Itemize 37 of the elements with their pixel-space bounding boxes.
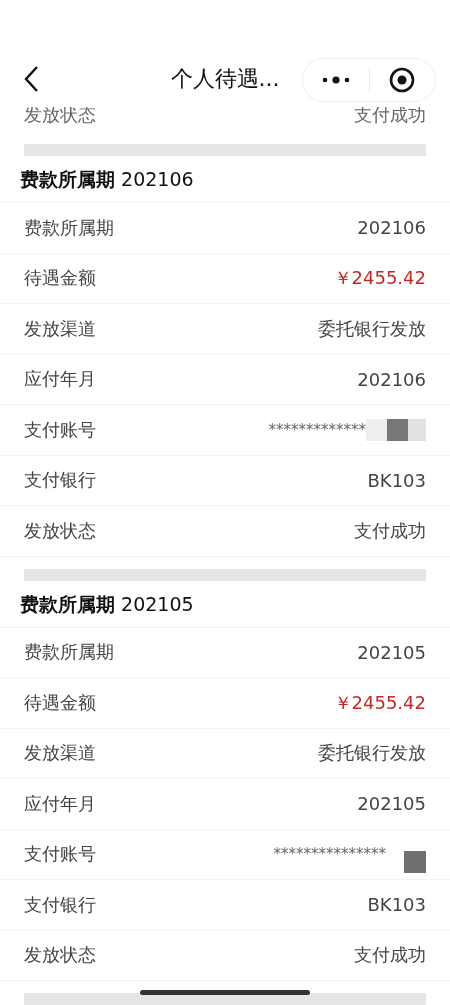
row-label: 支付银行 bbox=[24, 892, 96, 917]
page-title: 个人待遇... bbox=[169, 65, 281, 94]
row-label: 应付年月 bbox=[24, 791, 96, 816]
row-label: 发放渠道 bbox=[24, 316, 96, 341]
row-label: 支付账号 bbox=[24, 417, 96, 442]
more-icon[interactable] bbox=[320, 75, 351, 85]
row-value: 202105 bbox=[357, 641, 426, 663]
row-label: 待遇金额 bbox=[24, 266, 96, 291]
row-label: 发放状态 bbox=[24, 518, 96, 543]
row-value: 202106 bbox=[357, 217, 426, 239]
row-label: 发放渠道 bbox=[24, 741, 96, 766]
row-value: 委托银行发放 bbox=[318, 741, 426, 766]
row-value: *************** bbox=[273, 845, 386, 864]
row-value: 委托银行发放 bbox=[318, 316, 426, 341]
row-value: BK103 bbox=[367, 894, 426, 916]
row-label: 发放状态 bbox=[24, 102, 96, 127]
section-title: 费款所属期 202106 bbox=[0, 156, 450, 203]
row-value: 支付成功 bbox=[354, 943, 426, 968]
row-label: 应付年月 bbox=[24, 367, 96, 392]
redaction-mark bbox=[404, 851, 426, 874]
row-value: 202106 bbox=[357, 368, 426, 390]
row-value: 支付成功 bbox=[354, 102, 426, 127]
row-label: 支付银行 bbox=[24, 468, 96, 493]
section-title: 费款所属期 202105 bbox=[0, 580, 450, 628]
row-label: 发放状态 bbox=[24, 943, 96, 968]
row-label: 支付账号 bbox=[24, 842, 96, 867]
row-value: 支付成功 bbox=[354, 518, 426, 543]
row-label: 费款所属期 bbox=[24, 640, 114, 665]
close-target-icon[interactable] bbox=[389, 67, 416, 93]
row-value: ************* bbox=[268, 420, 366, 439]
row-value: BK103 bbox=[367, 469, 426, 491]
row-label: 费款所属期 bbox=[24, 215, 114, 240]
row-value: 202105 bbox=[357, 793, 426, 815]
row-value: ￥2455.42 bbox=[333, 266, 426, 291]
redaction-mark bbox=[366, 418, 426, 441]
row-label: 待遇金额 bbox=[24, 690, 96, 715]
row-value: ￥2455.42 bbox=[333, 690, 426, 715]
